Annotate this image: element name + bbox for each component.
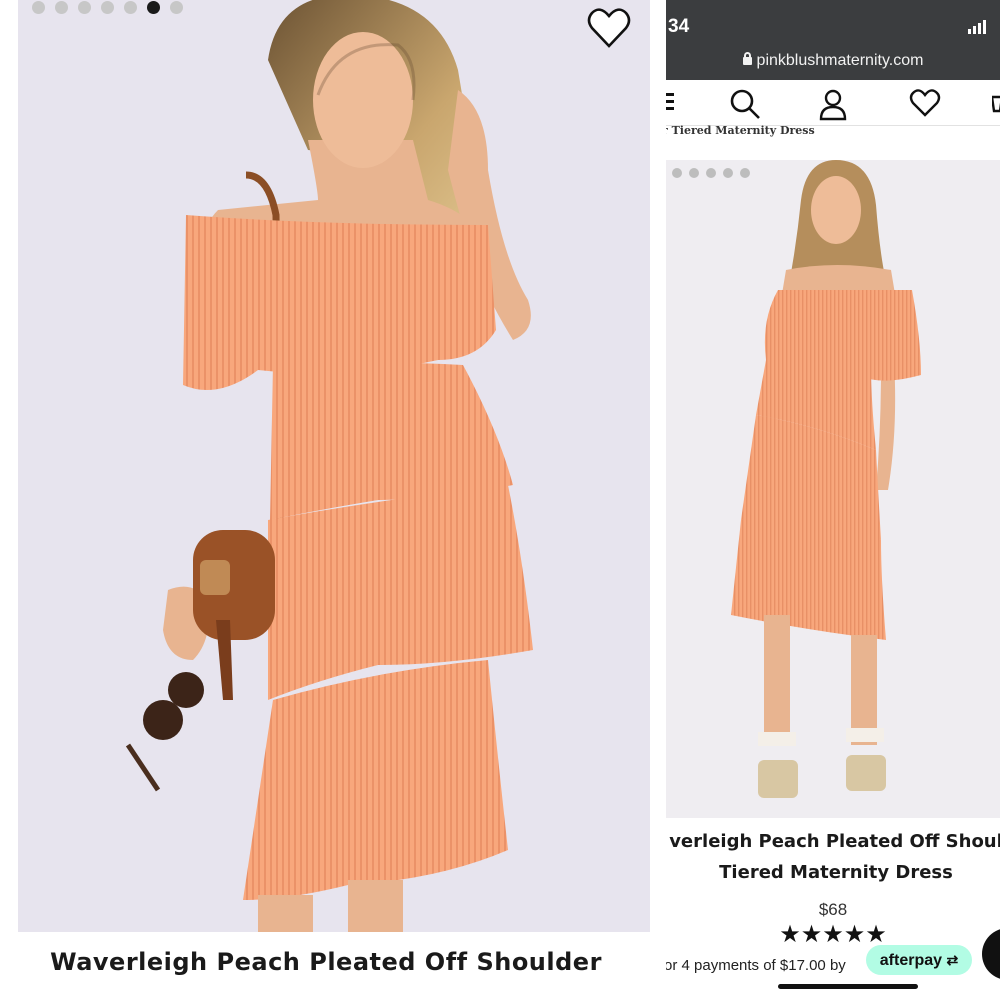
status-time: 34 <box>668 16 690 37</box>
heart-icon[interactable] <box>586 6 632 50</box>
carousel-dot[interactable] <box>32 1 45 14</box>
product-price: $68 <box>818 900 848 919</box>
product-photo-full[interactable] <box>666 160 1000 818</box>
breadcrumb[interactable]: r Tiered Maternity Dress <box>666 124 815 137</box>
carousel-dot[interactable] <box>78 1 91 14</box>
wishlist-heart-icon[interactable] <box>908 87 942 119</box>
model-in-peach-dress-image <box>125 0 533 932</box>
carousel-dot[interactable] <box>672 168 682 178</box>
carousel-dot[interactable] <box>101 1 114 14</box>
product-title-mobile: verleigh Peach Pleated Off Shoul Tiered … <box>666 826 1000 888</box>
carousel-dot[interactable] <box>124 1 137 14</box>
afterpay-arrows-icon: ⇄ <box>946 952 959 968</box>
home-indicator <box>778 984 918 989</box>
model-full-length-image <box>731 160 921 798</box>
afterpay-badge[interactable]: afterpay ⇄ <box>866 945 972 975</box>
carousel-dot[interactable] <box>689 168 699 178</box>
lock-icon <box>742 52 752 65</box>
site-nav-bar <box>666 80 1000 126</box>
product-photo-main[interactable] <box>18 0 650 932</box>
image-carousel-indicator[interactable] <box>32 1 183 14</box>
left-product-panel: Waverleigh Peach Pleated Off Shoulder <box>0 0 652 1000</box>
url-text: pinkblushmaternity.com <box>756 52 924 69</box>
title-line-1: verleigh Peach Pleated Off Shoul <box>669 831 1000 852</box>
cart-icon[interactable] <box>992 87 1000 117</box>
carousel-dot[interactable] <box>55 1 68 14</box>
carousel-dot[interactable] <box>706 168 716 178</box>
phone-status-bar: 34 pinkblushmaternity.com <box>666 0 1000 80</box>
url-bar[interactable]: pinkblushmaternity.com <box>666 52 1000 70</box>
carousel-dot[interactable] <box>740 168 750 178</box>
title-line-2: Tiered Maternity Dress <box>719 862 953 883</box>
search-icon[interactable] <box>728 87 762 121</box>
afterpay-badge-label: afterpay <box>879 952 943 969</box>
carousel-dot[interactable] <box>723 168 733 178</box>
product-title: Waverleigh Peach Pleated Off Shoulder <box>50 948 602 976</box>
menu-icon[interactable] <box>666 87 678 117</box>
signal-icon <box>968 20 986 34</box>
carousel-dot[interactable] <box>170 1 183 14</box>
image-carousel-indicator-mobile[interactable] <box>672 168 750 178</box>
mobile-screenshot-panel: 34 pinkblushmaternity.com r Tiered Mater… <box>666 0 1000 1000</box>
carousel-dot[interactable] <box>147 1 160 14</box>
afterpay-installment-text: or 4 payments of $17.00 by <box>666 957 846 974</box>
account-icon[interactable] <box>816 87 850 121</box>
